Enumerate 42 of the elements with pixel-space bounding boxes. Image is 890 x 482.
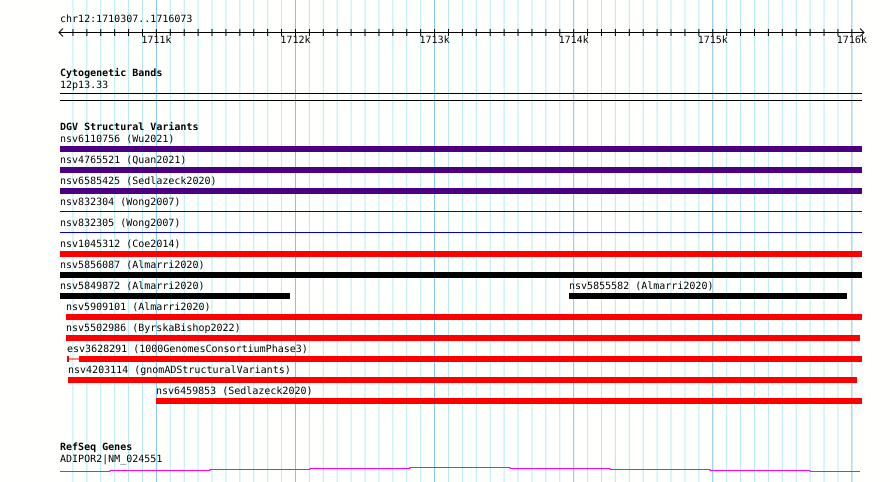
variant-bar[interactable] [60, 293, 290, 299]
variant-label: esv3628291 (1000GenomesConsortiumPhase3) [67, 344, 308, 356]
variant-line[interactable] [60, 211, 862, 212]
band-label: 12p13.33 [60, 80, 108, 92]
tick-label: 1715k [698, 35, 728, 47]
variant-bar[interactable] [66, 314, 862, 320]
variant-label: nsv6110756 (Wu2021) [60, 134, 174, 146]
variant-bar[interactable] [68, 377, 857, 383]
variant-label: nsv832305 (Wong2007) [60, 218, 180, 230]
variant-bar[interactable] [60, 188, 862, 194]
variant-bar[interactable] [60, 272, 862, 278]
variant-label: nsv6459853 (Sedlazeck2020) [156, 386, 313, 398]
variant-label: nsv5855582 (Almarri2020) [569, 281, 714, 293]
variant-bar[interactable] [156, 398, 862, 404]
variant-line[interactable] [60, 232, 862, 233]
variant-label: nsv4203114 (gnomADStructuralVariants) [68, 365, 291, 377]
split-variant-drawing[interactable] [67, 356, 862, 362]
tick-label: 1713k [420, 35, 450, 47]
tick-label: 1714k [558, 35, 589, 47]
variant-bar[interactable] [60, 146, 862, 152]
variant-label: nsv1045312 (Coe2014) [60, 239, 180, 251]
track-title: Cytogenetic Bands [60, 68, 162, 80]
gene-drawing[interactable] [59, 466, 861, 472]
track-title: RefSeq Genes [60, 442, 132, 454]
variant-label: nsv5502986 (ByrskaBishop2022) [66, 323, 241, 335]
tick-label: 1716k [836, 35, 867, 47]
variant-bar[interactable] [569, 293, 847, 299]
variant-label: nsv5856087 (Almarri2020) [60, 260, 204, 272]
variant-bar[interactable] [66, 335, 860, 341]
variant-label: nsv6585425 (Sedlazeck2020) [60, 176, 217, 188]
track-title: DGV Structural Variants [60, 122, 198, 134]
variant-bar[interactable] [60, 251, 862, 257]
variant-label: nsv5909101 (Almarri2020) [66, 302, 210, 314]
variant-label: nsv4765521 (Quan2021) [60, 155, 186, 167]
variant-label: nsv832304 (Wong2007) [60, 197, 180, 209]
locus-label: chr12:1710307..1716073 [60, 14, 192, 26]
cytoband[interactable] [60, 93, 862, 101]
variant-label: nsv5849872 (Almarri2020) [60, 281, 204, 293]
gene-label: ADIPOR2|NM_024551 [60, 454, 162, 466]
tick-label: 1711k [141, 35, 172, 47]
variant-bar[interactable] [60, 167, 862, 173]
tick-label: 1712k [280, 35, 311, 47]
